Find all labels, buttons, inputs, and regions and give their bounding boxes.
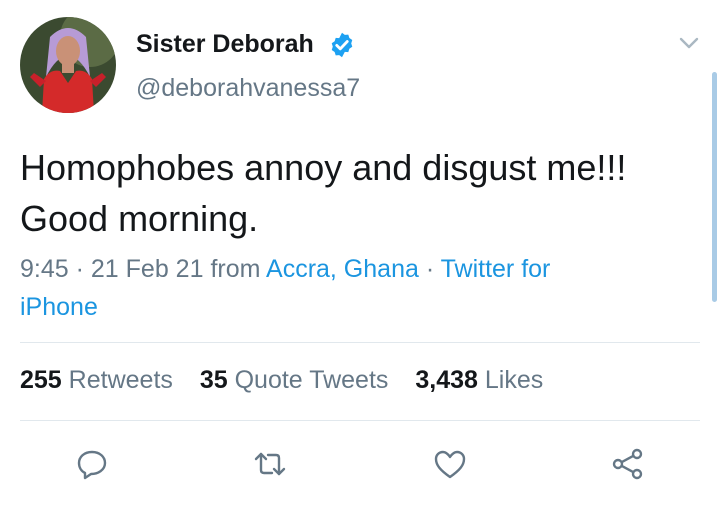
tweet-text: Homophobes annoy and disgust me!!! Good … — [20, 142, 700, 244]
tweet-time: 9:45 — [20, 255, 69, 283]
from-label: from — [210, 255, 261, 283]
share-icon — [612, 448, 643, 480]
retweet-button[interactable] — [252, 446, 288, 482]
client-link-part1[interactable]: Twitter for — [441, 255, 551, 283]
meta-separator: · — [68, 255, 91, 283]
meta-separator: · — [418, 255, 441, 283]
quote-tweets-count: 35 — [199, 366, 228, 394]
likes-stat[interactable]: 3,438 Likes — [415, 366, 543, 394]
tweet-text-line-2: Good morning. — [20, 198, 259, 239]
retweet-icon — [254, 452, 286, 476]
tweet-meta: 9:45 · 21 Feb 21 from Accra, Ghana · Twi… — [20, 250, 680, 326]
chevron-down-icon[interactable] — [676, 32, 702, 54]
verified-badge-icon — [331, 32, 353, 58]
location-link[interactable]: Accra, Ghana — [266, 255, 419, 283]
likes-label: Likes — [484, 366, 544, 394]
like-button[interactable] — [432, 446, 468, 482]
retweets-count: 255 — [20, 366, 62, 394]
scrollbar[interactable] — [712, 72, 717, 302]
client-link-part2[interactable]: iPhone — [20, 293, 98, 321]
reply-button[interactable] — [74, 446, 110, 482]
quote-tweets-stat[interactable]: 35 Quote Tweets — [200, 366, 389, 394]
reply-icon — [77, 450, 107, 480]
retweets-stat[interactable]: 255 Retweets — [20, 366, 173, 394]
quote-tweets-label: Quote Tweets — [234, 366, 389, 394]
tweet-text-line-1: Homophobes annoy and disgust me!!! — [20, 147, 627, 188]
tweet-stats: 255 Retweets 35 Quote Tweets 3,438 Likes — [20, 366, 563, 395]
tweet-date: 21 Feb 21 — [90, 255, 204, 283]
retweets-label: Retweets — [68, 366, 173, 394]
likes-count: 3,438 — [415, 366, 478, 394]
share-button[interactable] — [610, 446, 646, 482]
heart-icon — [434, 450, 466, 479]
divider — [20, 420, 700, 421]
divider — [20, 342, 700, 343]
author-handle[interactable]: @deborahvanessa7 — [136, 74, 360, 103]
avatar-image — [20, 17, 116, 113]
author-display-name[interactable]: Sister Deborah — [136, 30, 314, 59]
avatar[interactable] — [20, 17, 116, 113]
